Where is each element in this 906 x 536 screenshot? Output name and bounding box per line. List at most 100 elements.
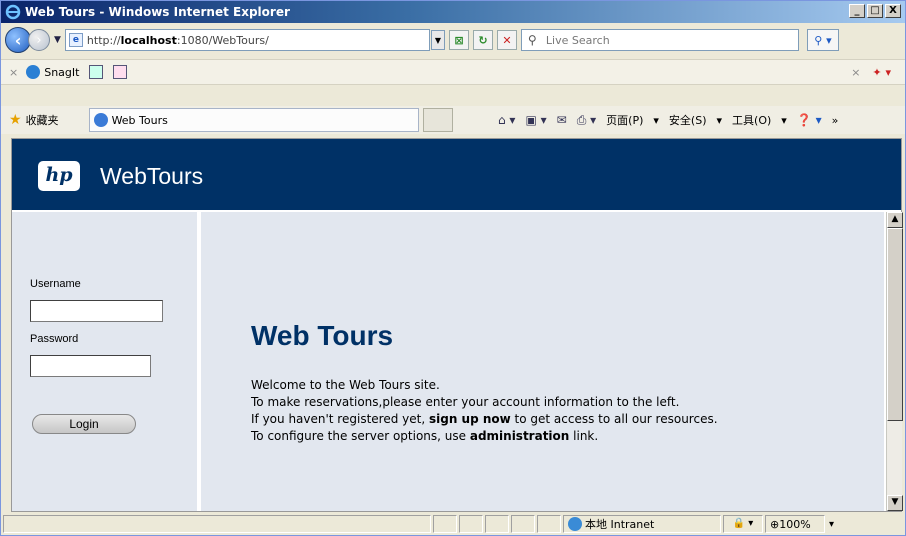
search-icon: ⚲ [527, 33, 537, 47]
tab-row: ★ 收藏夹 Web Tours ⌂ ▾ ▣ ▾ ✉ ⎙ ▾ 页面(P) ▾ 安全… [1, 106, 905, 134]
password-field[interactable] [30, 355, 151, 377]
status-cell [433, 515, 457, 533]
site-brand: WebTours [100, 163, 204, 189]
signup-line-post: to get access to all our resources. [510, 412, 718, 426]
forward-arrow-icon: › [36, 32, 42, 48]
forward-button[interactable]: › [28, 29, 50, 51]
mail-icon[interactable]: ✉ [557, 113, 567, 127]
url-host: localhost [120, 33, 177, 47]
pdf-icon[interactable]: ✦ ▾ [872, 66, 891, 79]
intranet-globe-icon [568, 517, 582, 531]
tools-menu[interactable]: 工具(O) [732, 112, 771, 128]
status-cell [459, 515, 483, 533]
favorites-label[interactable]: 收藏夹 [26, 112, 59, 128]
safety-menu[interactable]: 安全(S) [669, 112, 707, 128]
protected-mode-button[interactable]: 🔒 ▾ [723, 515, 763, 533]
close-button[interactable]: X [885, 4, 901, 18]
page-menu[interactable]: 页面(P) [606, 112, 643, 128]
compatibility-button[interactable]: ⊠ [448, 30, 469, 50]
zone-label: 本地 Intranet [585, 518, 655, 531]
tools-menu-chevron-icon: ▾ [781, 113, 787, 127]
status-bar: 本地 Intranet 🔒 ▾ ⊕ 100% ▾ [1, 513, 905, 535]
chevron-down-icon: ▼ [434, 35, 441, 45]
vertical-scrollbar[interactable]: ▲ ▼ [886, 212, 903, 511]
page-menu-chevron-icon: ▾ [653, 113, 659, 127]
zoom-level: 100% [779, 517, 811, 531]
close-toolbar-icon[interactable]: × [9, 66, 18, 79]
status-text-cell [3, 515, 431, 533]
page-heading: Web Tours [251, 320, 394, 351]
ie-logo-icon [5, 4, 21, 20]
scroll-thumb[interactable] [887, 228, 903, 421]
admin-line: To configure the server options, use adm… [251, 429, 598, 443]
snagit-toolbar: × SnagIt × ✦ ▾ [1, 59, 905, 85]
page-viewport: hp WebTours Username Password Login Web … [11, 138, 903, 512]
window-title: Web Tours - Windows Internet Explorer [25, 5, 290, 19]
search-placeholder: Live Search [545, 33, 610, 47]
back-arrow-icon: ‹ [14, 30, 22, 50]
compat-icon: ⊠ [454, 33, 464, 47]
welcome-panel: Web Tours Welcome to the Web Tours site.… [201, 212, 884, 511]
title-bar[interactable]: Web Tours - Windows Internet Explorer _ … [1, 1, 905, 23]
username-field[interactable] [30, 300, 163, 322]
browser-window: Web Tours - Windows Internet Explorer _ … [0, 0, 906, 536]
stop-icon: ✕ [502, 33, 512, 47]
snagit-edit-icon[interactable] [113, 65, 128, 79]
password-label: Password [30, 333, 79, 345]
snagit-logo-icon [26, 65, 41, 79]
status-cell [537, 515, 561, 533]
welcome-line: Welcome to the Web Tours site. [251, 378, 440, 392]
instructions-line: To make reservations,please enter your a… [251, 395, 680, 409]
magnifier-icon: ⚲ ▾ [814, 33, 832, 47]
signup-line-pre: If you haven't registered yet, [251, 412, 429, 426]
search-input[interactable]: ⚲ Live Search [520, 29, 799, 51]
scroll-up-arrow-icon[interactable]: ▲ [887, 212, 903, 228]
address-row: ‹ › ▼ e http://localhost:1080/WebTours/ … [1, 25, 905, 55]
security-zone[interactable]: 本地 Intranet [563, 515, 721, 533]
minimize-button[interactable]: _ [849, 4, 865, 18]
close-x-icon[interactable]: × [851, 66, 860, 79]
url-prefix: http:// [86, 33, 121, 47]
lock-icon: 🔒 ▾ [732, 518, 754, 529]
login-panel: Username Password Login [12, 212, 197, 511]
address-bar[interactable]: e http://localhost:1080/WebTours/ [64, 29, 430, 51]
maximize-button[interactable]: □ [867, 4, 883, 18]
snagit-button[interactable]: SnagIt [44, 66, 79, 79]
help-icon[interactable]: ❓ ▾ [797, 113, 822, 127]
home-icon[interactable]: ⌂ ▾ [498, 113, 515, 127]
new-tab-button[interactable] [422, 108, 453, 132]
search-go-button[interactable]: ⚲ ▾ [806, 29, 839, 51]
administration-link[interactable]: administration [470, 429, 570, 443]
address-dropdown-button[interactable]: ▼ [430, 30, 445, 50]
page-icon: e [68, 33, 83, 47]
scroll-down-arrow-icon[interactable]: ▼ [887, 495, 903, 511]
snagit-capture-icon[interactable] [89, 65, 104, 79]
command-bar: ⌂ ▾ ▣ ▾ ✉ ⎙ ▾ 页面(P) ▾ 安全(S) ▾ 工具(O) ▾ ❓ … [498, 112, 838, 128]
overflow-chevron-icon[interactable]: » [832, 114, 839, 127]
stop-button[interactable]: ✕ [496, 30, 517, 50]
site-header: hp WebTours [12, 139, 901, 210]
login-button[interactable]: Login [32, 414, 136, 434]
favorites-star-icon[interactable]: ★ [9, 112, 22, 128]
status-cell [511, 515, 535, 533]
print-icon[interactable]: ⎙ ▾ [577, 113, 596, 128]
username-label: Username [30, 278, 81, 290]
safety-menu-chevron-icon: ▾ [716, 113, 723, 127]
signup-line: If you haven't registered yet, sign up n… [251, 412, 718, 426]
hp-logo: hp [38, 161, 80, 191]
admin-line-pre: To configure the server options, use [251, 429, 470, 443]
zoom-icon: ⊕ [770, 517, 780, 531]
status-cell [485, 515, 509, 533]
admin-line-post: link. [569, 429, 599, 443]
history-dropdown-icon[interactable]: ▼ [54, 35, 61, 45]
window-controls: _ □ X [849, 4, 901, 18]
feeds-icon[interactable]: ▣ ▾ [525, 113, 546, 127]
zoom-button[interactable]: ⊕ 100% [765, 515, 825, 533]
tab-web-tours[interactable]: Web Tours [88, 108, 419, 132]
toolbar-right: × ✦ ▾ [851, 66, 891, 79]
sign-up-link[interactable]: sign up now [429, 412, 511, 426]
zoom-dropdown-icon[interactable]: ▾ [829, 519, 834, 530]
refresh-icon: ↻ [478, 33, 488, 47]
tab-label: Web Tours [111, 113, 168, 127]
refresh-button[interactable]: ↻ [472, 30, 493, 50]
